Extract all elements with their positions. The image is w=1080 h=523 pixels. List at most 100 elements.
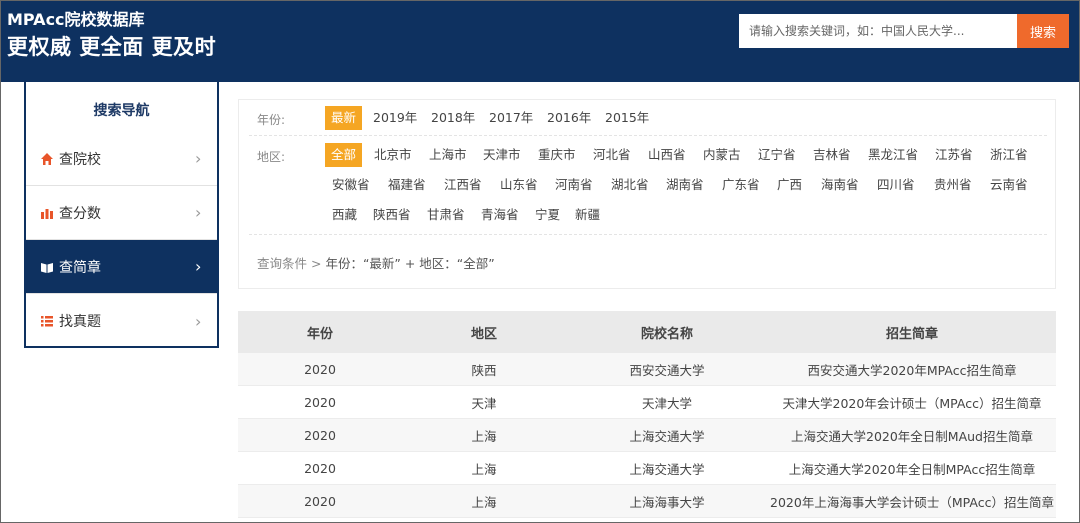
year-option[interactable]: 2015年: [605, 106, 649, 130]
column-header-year: 年份: [306, 326, 333, 342]
region-option[interactable]: 青海省: [481, 203, 519, 227]
home-icon: [40, 152, 54, 166]
region-option[interactable]: 天津市: [483, 143, 521, 167]
table-row: 2020 上海 上海交通大学 上海交通大学2020年全日制MPAcc招生简章: [238, 452, 1056, 485]
region-option[interactable]: 全部: [325, 143, 363, 167]
cell-school[interactable]: 上海海事大学: [566, 485, 768, 517]
cell-region: 上海: [471, 461, 497, 477]
sidebar-item-label: 查院校: [59, 151, 101, 168]
region-option[interactable]: 陕西省: [373, 203, 411, 227]
region-option[interactable]: 甘肃省: [427, 203, 465, 227]
brand-title: MPAcc院校数据库: [7, 10, 145, 29]
region-option[interactable]: 云南省: [990, 173, 1028, 197]
chevron-right-icon: ›: [195, 203, 202, 222]
divider: [249, 234, 1047, 235]
cell-region: 天津: [471, 395, 497, 411]
region-option[interactable]: 广东省: [722, 173, 760, 197]
bar-chart-icon: [40, 206, 54, 220]
year-option[interactable]: 2017年: [489, 106, 533, 130]
cell-region: 上海: [471, 494, 497, 510]
region-option[interactable]: 福建省: [388, 173, 426, 197]
sidebar-title: 搜索导航: [93, 103, 150, 119]
sidebar-item-brochures[interactable]: 查简章 ›: [26, 240, 217, 294]
cell-brochure-link[interactable]: 天津大学2020年会计硕士（MPAcc）招生简章: [768, 386, 1056, 418]
region-option[interactable]: 河北省: [593, 143, 631, 167]
region-option[interactable]: 浙江省: [990, 143, 1028, 167]
region-option[interactable]: 湖南省: [666, 173, 704, 197]
region-option[interactable]: 新疆: [575, 203, 600, 227]
cell-brochure-link[interactable]: 上海交通大学2020年全日制MPAcc招生简章: [768, 452, 1056, 484]
chevron-right-icon: ›: [195, 257, 202, 276]
region-option[interactable]: 安徽省: [332, 173, 370, 197]
region-option[interactable]: 四川省: [877, 173, 915, 197]
cell-year: 2020: [304, 460, 336, 476]
list-icon: [40, 314, 54, 328]
cell-region: 陕西: [471, 362, 497, 378]
region-option[interactable]: 湖北省: [611, 173, 649, 197]
cell-year: 2020: [304, 427, 336, 443]
year-option[interactable]: 2019年: [373, 106, 417, 130]
query-text: 年份：“最新” + 地区：“全部”: [325, 256, 495, 271]
year-filter-label: 年份:: [257, 113, 286, 127]
cell-brochure-link[interactable]: 2020年上海海事大学会计硕士（MPAcc）招生简章: [768, 485, 1056, 517]
year-option[interactable]: 最新: [325, 106, 363, 130]
region-option[interactable]: 河南省: [555, 173, 593, 197]
cell-brochure-link[interactable]: 上海交通大学2020年全日制MAud招生简章: [768, 419, 1056, 451]
region-option[interactable]: 西藏: [332, 203, 357, 227]
sidebar-item-schools[interactable]: 查院校 ›: [26, 132, 217, 186]
chevron-right-icon: ›: [195, 311, 202, 331]
site-header: MPAcc院校数据库 更权威 更全面 更及时 搜索: [0, 0, 1080, 82]
column-header-school: 院校名称: [640, 326, 693, 342]
year-option[interactable]: 2018年: [431, 106, 475, 130]
book-icon: [40, 260, 54, 274]
region-option[interactable]: 内蒙古: [703, 143, 741, 167]
query-conditions: 查询条件 > 年份：“最新” + 地区：“全部”: [257, 253, 495, 272]
region-option[interactable]: 广西: [777, 173, 802, 197]
region-option[interactable]: 黑龙江省: [868, 143, 918, 167]
sidebar-item-label: 查简章: [59, 259, 101, 276]
region-filter-label: 地区:: [257, 150, 286, 164]
cell-school[interactable]: 上海交通大学: [566, 419, 768, 451]
filter-panel: 年份: 最新 2019年 2018年 2017年 2016年 2015年 地区:…: [238, 99, 1056, 289]
cell-year: 2020: [304, 361, 336, 377]
column-header-brochure: 招生简章: [885, 326, 938, 342]
cell-school[interactable]: 天津大学: [566, 386, 768, 418]
region-option[interactable]: 江苏省: [935, 143, 973, 167]
slogan: 更权威 更全面 更及时: [7, 35, 217, 59]
region-option[interactable]: 辽宁省: [758, 143, 796, 167]
region-option[interactable]: 北京市: [374, 143, 412, 167]
cell-region: 上海: [471, 428, 497, 444]
table-row: 2020 陕西 西安交通大学 西安交通大学2020年MPAcc招生简章: [238, 353, 1056, 386]
brochure-table: 年份 地区 院校名称 招生简章 2020 陕西 西安交通大学 西安交通大学202…: [238, 311, 1056, 518]
region-option[interactable]: 江西省: [444, 173, 482, 197]
divider: [249, 135, 1047, 136]
region-option[interactable]: 上海市: [429, 143, 467, 167]
query-prefix: 查询条件 >: [257, 256, 322, 271]
cell-year: 2020: [304, 493, 336, 509]
table-row: 2020 天津 天津大学 天津大学2020年会计硕士（MPAcc）招生简章: [238, 386, 1056, 419]
cell-year: 2020: [304, 394, 336, 410]
table-row: 2020 上海 上海海事大学 2020年上海海事大学会计硕士（MPAcc）招生简…: [238, 485, 1056, 518]
year-option[interactable]: 2016年: [547, 106, 591, 130]
column-header-region: 地区: [470, 326, 497, 342]
region-option[interactable]: 重庆市: [538, 143, 576, 167]
sidebar-nav: 搜索导航 查院校 › 查分数 › 查简章 › 找真题 ›: [24, 82, 219, 348]
region-option[interactable]: 海南省: [821, 173, 859, 197]
region-option[interactable]: 宁夏: [535, 203, 560, 227]
chevron-right-icon: ›: [195, 149, 202, 168]
search-input[interactable]: [739, 14, 1017, 48]
region-option[interactable]: 山西省: [648, 143, 686, 167]
region-option[interactable]: 吉林省: [813, 143, 851, 167]
search-button[interactable]: 搜索: [1017, 14, 1069, 48]
cell-brochure-link[interactable]: 西安交通大学2020年MPAcc招生简章: [768, 353, 1056, 385]
table-row: 2020 上海 上海交通大学 上海交通大学2020年全日制MAud招生简章: [238, 419, 1056, 452]
cell-school[interactable]: 西安交通大学: [566, 353, 768, 385]
sidebar-item-label: 找真题: [59, 314, 101, 330]
sidebar-item-scores[interactable]: 查分数 ›: [26, 186, 217, 240]
sidebar-item-exams[interactable]: 找真题 ›: [26, 294, 217, 348]
table-header: 年份 地区 院校名称 招生简章: [238, 311, 1056, 353]
cell-school[interactable]: 上海交通大学: [566, 452, 768, 484]
region-option[interactable]: 贵州省: [934, 173, 972, 197]
region-option[interactable]: 山东省: [500, 173, 538, 197]
sidebar-item-label: 查分数: [59, 205, 101, 222]
